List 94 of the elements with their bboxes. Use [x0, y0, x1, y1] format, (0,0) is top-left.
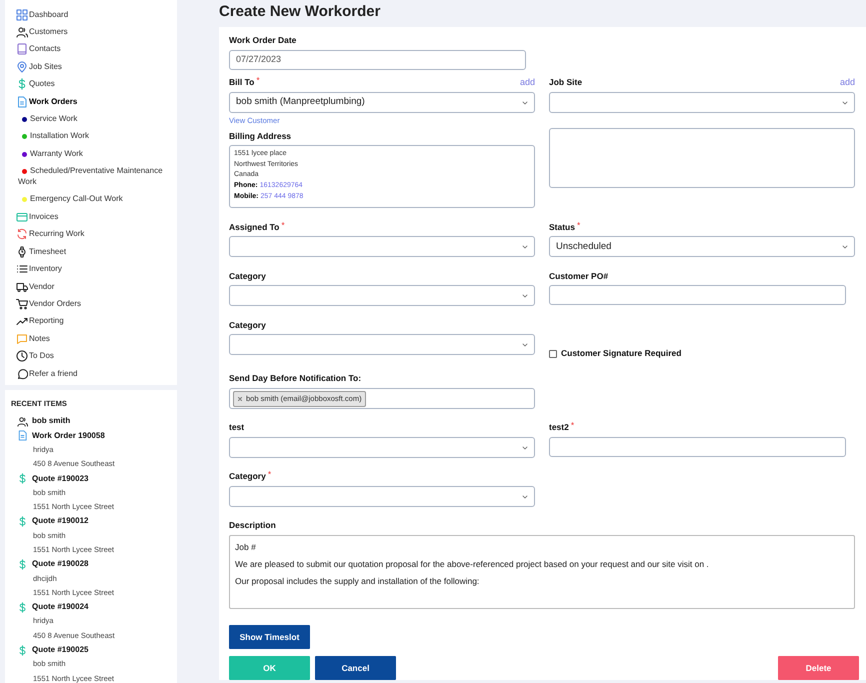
- field-label: Category: [229, 270, 266, 282]
- sidebar-item[interactable]: Dashboard: [29, 8, 68, 21]
- add-link[interactable]: add: [840, 76, 855, 89]
- sidebar-item[interactable]: Vendor: [29, 280, 54, 293]
- dollar-icon: [17, 602, 28, 613]
- sidebar-item[interactable]: To Dos: [29, 350, 54, 362]
- book-icon: [16, 43, 28, 56]
- field-label: Category: [229, 470, 266, 483]
- text-input[interactable]: [549, 437, 846, 457]
- users-icon: [16, 26, 28, 38]
- recent-item-link[interactable]: Quote #190012: [32, 515, 88, 528]
- sidebar-item[interactable]: Inventory: [29, 263, 62, 276]
- card-icon: [16, 211, 28, 224]
- list-icon: [16, 263, 28, 276]
- sidebar-item[interactable]: Contacts: [29, 43, 61, 56]
- field-label: test2: [549, 421, 569, 434]
- recent-item-link[interactable]: bob smith: [32, 415, 70, 428]
- sidebar-item[interactable]: Quotes: [29, 78, 55, 90]
- sidebar-item[interactable]: Reporting: [29, 315, 64, 328]
- field-label: Send Day Before Notification To:: [229, 372, 362, 385]
- sidebar-item[interactable]: Recurring Work: [29, 228, 84, 240]
- sidebar-item[interactable]: Refer a friend: [29, 368, 78, 380]
- action-button[interactable]: Cancel: [315, 656, 396, 680]
- required-mark: *: [268, 470, 272, 480]
- text-input[interactable]: [549, 285, 846, 306]
- text-area[interactable]: [549, 128, 855, 188]
- sidebar-subitem[interactable]: Installation Work: [18, 131, 173, 142]
- sidebar-subitem[interactable]: Warranty Work: [18, 148, 173, 160]
- document-icon: [17, 430, 28, 442]
- dollar-icon: [17, 558, 28, 570]
- recent-item-link[interactable]: Work Order 190058: [32, 430, 105, 442]
- sidebar-item[interactable]: Customers: [29, 26, 68, 38]
- sidebar-subitem[interactable]: Service Work: [18, 114, 173, 124]
- field-label: test: [229, 421, 244, 434]
- sidebar-item[interactable]: Timesheet: [29, 246, 66, 258]
- description-text: Job #: [235, 542, 257, 552]
- note-icon: [16, 332, 28, 345]
- recent-item-link[interactable]: Quote #190025: [32, 644, 88, 656]
- recent-item-link[interactable]: Quote #190028: [32, 558, 88, 570]
- action-button[interactable]: Show Timeslot: [229, 625, 310, 649]
- field-label: Bill To: [229, 76, 254, 89]
- recent-item-link[interactable]: Quote #190023: [32, 472, 88, 485]
- required-mark: *: [570, 421, 574, 430]
- required-mark: *: [576, 220, 580, 230]
- dashboard-icon: [16, 8, 28, 21]
- sidebar-item[interactable]: Notes: [29, 332, 50, 345]
- chat-icon: [16, 368, 28, 380]
- required-mark: *: [256, 76, 260, 86]
- remove-icon: [237, 396, 243, 402]
- select-field[interactable]: [229, 334, 535, 356]
- field-label: Description: [229, 519, 276, 532]
- sidebar-item[interactable]: Invoices: [29, 211, 58, 224]
- select-field[interactable]: [229, 285, 535, 306]
- description-text: Our proposal includes the supply and installation of the following:: [235, 576, 480, 586]
- trend-icon: [16, 315, 28, 328]
- sidebar-item[interactable]: Work Orders: [29, 96, 78, 108]
- select-field[interactable]: [229, 486, 535, 507]
- cart-icon: [16, 298, 28, 310]
- sidebar-subitem[interactable]: Emergency Call-Out Work: [18, 194, 173, 205]
- select-field[interactable]: bob smith (Manpreetplumbing): [229, 92, 535, 113]
- select-field[interactable]: [229, 236, 535, 258]
- text-input[interactable]: 07/27/2023: [229, 50, 526, 70]
- truck-icon: [16, 280, 28, 293]
- add-link[interactable]: add: [520, 76, 535, 89]
- description-text: We are pleased to submit our quotation proposal for the above-referenced project based on your request and our site visit on .: [235, 559, 710, 569]
- field-label: Job Site: [549, 76, 582, 89]
- field-label: Category: [229, 318, 266, 332]
- sidebar-subitem[interactable]: Scheduled/Preventative Maintenance Work: [18, 166, 173, 188]
- checkbox-label[interactable]: Customer Signature Required: [561, 347, 682, 360]
- dollar-icon: [16, 78, 28, 90]
- dollar-icon: [17, 473, 28, 484]
- field-label: Customer PO#: [549, 270, 608, 282]
- field-label: Work Order Date: [229, 34, 296, 47]
- field-label: Status: [549, 220, 575, 234]
- select-field[interactable]: [549, 92, 855, 113]
- checkbox[interactable]: [549, 350, 557, 358]
- document-icon: [16, 96, 28, 108]
- select-field[interactable]: [229, 437, 535, 458]
- users-icon: [17, 416, 28, 427]
- watch-icon: [16, 246, 28, 258]
- required-mark: *: [281, 220, 285, 230]
- recent-item-link[interactable]: Quote #190024: [32, 601, 88, 614]
- sidebar-item[interactable]: Job Sites: [29, 60, 62, 73]
- clock-icon: [16, 350, 28, 362]
- location-icon: [16, 60, 28, 73]
- refresh-icon: [16, 228, 28, 240]
- field-label: Billing Address: [229, 130, 292, 142]
- sidebar-item[interactable]: Vendor Orders: [29, 298, 82, 310]
- dollar-icon: [17, 644, 28, 656]
- description-box[interactable]: Job # We are pleased to submit our quotation proposal for the above-referenced project based on your request and our site visit on . Our proposal includes the supply and installation of the following:: [229, 535, 855, 609]
- dollar-icon: [17, 516, 28, 527]
- field-label: Assigned To: [229, 220, 280, 234]
- select-field[interactable]: Unscheduled: [549, 236, 855, 258]
- page-title: Create New Workorder: [219, 2, 382, 22]
